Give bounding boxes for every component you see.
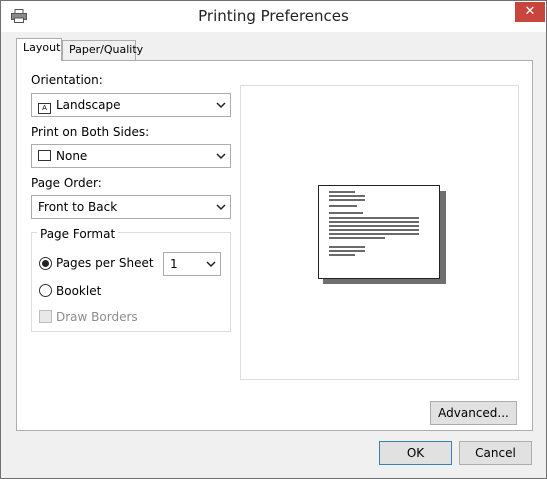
ok-button[interactable]: OK	[379, 441, 452, 465]
printing-preferences-dialog: Printing Preferences ✕ Layout Paper/Qual…	[0, 0, 547, 479]
close-icon: ✕	[524, 4, 536, 19]
tab-layout[interactable]: Layout	[16, 38, 62, 61]
page-preview-sheet	[318, 185, 440, 279]
pages-per-sheet-label[interactable]: Pages per Sheet	[56, 256, 154, 270]
radio-selected-dot	[42, 260, 49, 267]
preview-text-line	[329, 205, 357, 207]
preview-text-line	[329, 191, 355, 193]
preview-text-line	[329, 212, 363, 214]
booklet-label[interactable]: Booklet	[56, 284, 101, 298]
preview-text-line	[329, 199, 365, 201]
booklet-radio[interactable]	[39, 284, 52, 297]
preview-text-line	[329, 246, 365, 248]
preview-text-line	[329, 237, 385, 239]
draw-borders-label: Draw Borders	[56, 310, 138, 324]
orientation-value: Landscape	[56, 98, 121, 112]
pages-per-sheet-radio[interactable]	[39, 257, 52, 270]
close-button[interactable]: ✕	[515, 2, 545, 22]
both-sides-dropdown[interactable]: None	[31, 144, 231, 168]
advanced-button[interactable]: Advanced...	[430, 401, 517, 425]
preview-text-line	[329, 254, 355, 256]
both-sides-label: Print on Both Sides:	[31, 125, 150, 139]
orientation-dropdown[interactable]: A Landscape	[31, 93, 231, 117]
page-order-dropdown[interactable]: Front to Back	[31, 195, 231, 219]
preview-text-line	[329, 225, 419, 227]
duplex-none-icon	[38, 150, 51, 161]
page-order-label: Page Order:	[31, 176, 102, 190]
preview-text-line	[329, 229, 419, 231]
preview-text-line	[329, 195, 365, 197]
landscape-icon: A	[38, 103, 51, 114]
tab-paper-quality[interactable]: Paper/Quality	[62, 40, 143, 61]
pages-per-sheet-value: 1	[170, 257, 178, 271]
chevron-down-icon	[216, 153, 226, 160]
preview-text-line	[329, 221, 419, 223]
chevron-down-icon	[216, 102, 226, 109]
draw-borders-checkbox[interactable]	[39, 310, 52, 323]
pages-per-sheet-dropdown[interactable]: 1	[163, 252, 221, 276]
preview-text-line	[329, 250, 365, 252]
page-format-title: Page Format	[37, 227, 119, 241]
title-bar[interactable]: Printing Preferences ✕	[1, 1, 546, 32]
orientation-label: Orientation:	[31, 73, 103, 87]
cancel-button[interactable]: Cancel	[459, 441, 532, 465]
window-title: Printing Preferences	[198, 7, 349, 25]
preview-text-line	[329, 233, 419, 235]
chevron-down-icon	[206, 261, 216, 268]
page-order-value: Front to Back	[38, 200, 118, 214]
preview-text-line	[329, 217, 419, 219]
chevron-down-icon	[216, 204, 226, 211]
both-sides-value: None	[56, 149, 88, 163]
